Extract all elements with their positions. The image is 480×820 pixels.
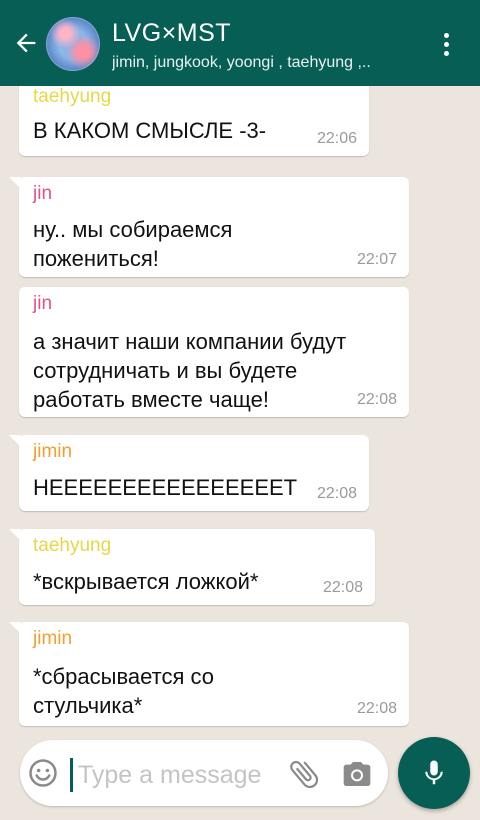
paperclip-icon[interactable] <box>286 756 322 792</box>
back-button[interactable] <box>8 25 44 61</box>
message-line: стульчика* <box>33 693 143 718</box>
message-time: 22:06 <box>316 130 357 147</box>
message-line: пожениться! <box>33 246 159 271</box>
message-bubble[interactable]: jimin НЕЕЕЕЕЕЕЕЕЕЕЕЕЕЕЕТ 22:08 <box>9 435 369 511</box>
message-sender: taehyung <box>33 86 112 107</box>
compose-bar <box>20 740 388 806</box>
camera-icon[interactable] <box>340 758 374 790</box>
message-bubble[interactable]: taehyung *вскрывается ложкой* 22:08 <box>9 529 375 605</box>
message-text: ну.. мы собираемся пожениться! <box>33 215 232 273</box>
message-line: работать вместе чаще! <box>33 387 269 412</box>
more-vert-icon[interactable] <box>432 26 460 62</box>
message-line: ну.. мы собираемся <box>33 217 233 242</box>
message-text: *сбрасывается со стульчика* <box>33 662 214 720</box>
message-sender: jimin <box>33 441 73 462</box>
message-input[interactable] <box>76 754 290 796</box>
message-line: *сбрасывается со <box>33 664 214 689</box>
message-sender: jimin <box>33 628 73 649</box>
smiley-icon[interactable] <box>28 758 58 788</box>
message-text: а значит наши компании будут сотрудничат… <box>33 327 346 414</box>
message-bubble[interactable]: jin а значит наши компании будут сотрудн… <box>19 287 409 417</box>
group-title[interactable]: LVG×MST <box>112 19 231 48</box>
message-sender: taehyung <box>33 535 112 556</box>
message-time: 22:08 <box>356 391 397 408</box>
message-time: 22:08 <box>356 700 397 717</box>
message-sender: jin <box>33 293 53 314</box>
message-time: 22:08 <box>322 579 363 596</box>
group-members[interactable]: jimin, jungkook, yoongi , taehyung ,.. <box>112 54 412 72</box>
mic-button[interactable] <box>398 737 470 809</box>
message-bubble[interactable]: taehyung В КАКОМ СМЫСЛЕ -3- 22:06 <box>19 86 369 156</box>
message-text: НЕЕЕЕЕЕЕЕЕЕЕЕЕЕЕЕТ <box>33 475 298 500</box>
message-sender: jin <box>33 183 53 204</box>
arrow-left-icon <box>16 33 36 53</box>
message-list: taehyung В КАКОМ СМЫСЛЕ -3- 22:06 jin ну… <box>0 86 480 736</box>
message-bubble[interactable]: jin ну.. мы собираемся пожениться! 22:07 <box>9 177 409 277</box>
text-cursor <box>70 758 73 792</box>
message-text: *вскрывается ложкой* <box>33 569 259 594</box>
message-time: 22:08 <box>316 485 357 502</box>
message-text: В КАКОМ СМЫСЛЕ -3- <box>33 118 267 143</box>
group-avatar[interactable] <box>46 17 100 71</box>
message-bubble[interactable]: jimin *сбрасывается со стульчика* 22:08 <box>9 622 409 726</box>
microphone-icon <box>425 760 443 785</box>
message-line: а значит наши компании будут <box>33 329 347 354</box>
message-line: сотрудничать и вы будете <box>33 358 298 383</box>
message-time: 22:07 <box>356 251 397 268</box>
chat-header: LVG×MST jimin, jungkook, yoongi , taehyu… <box>0 0 480 86</box>
